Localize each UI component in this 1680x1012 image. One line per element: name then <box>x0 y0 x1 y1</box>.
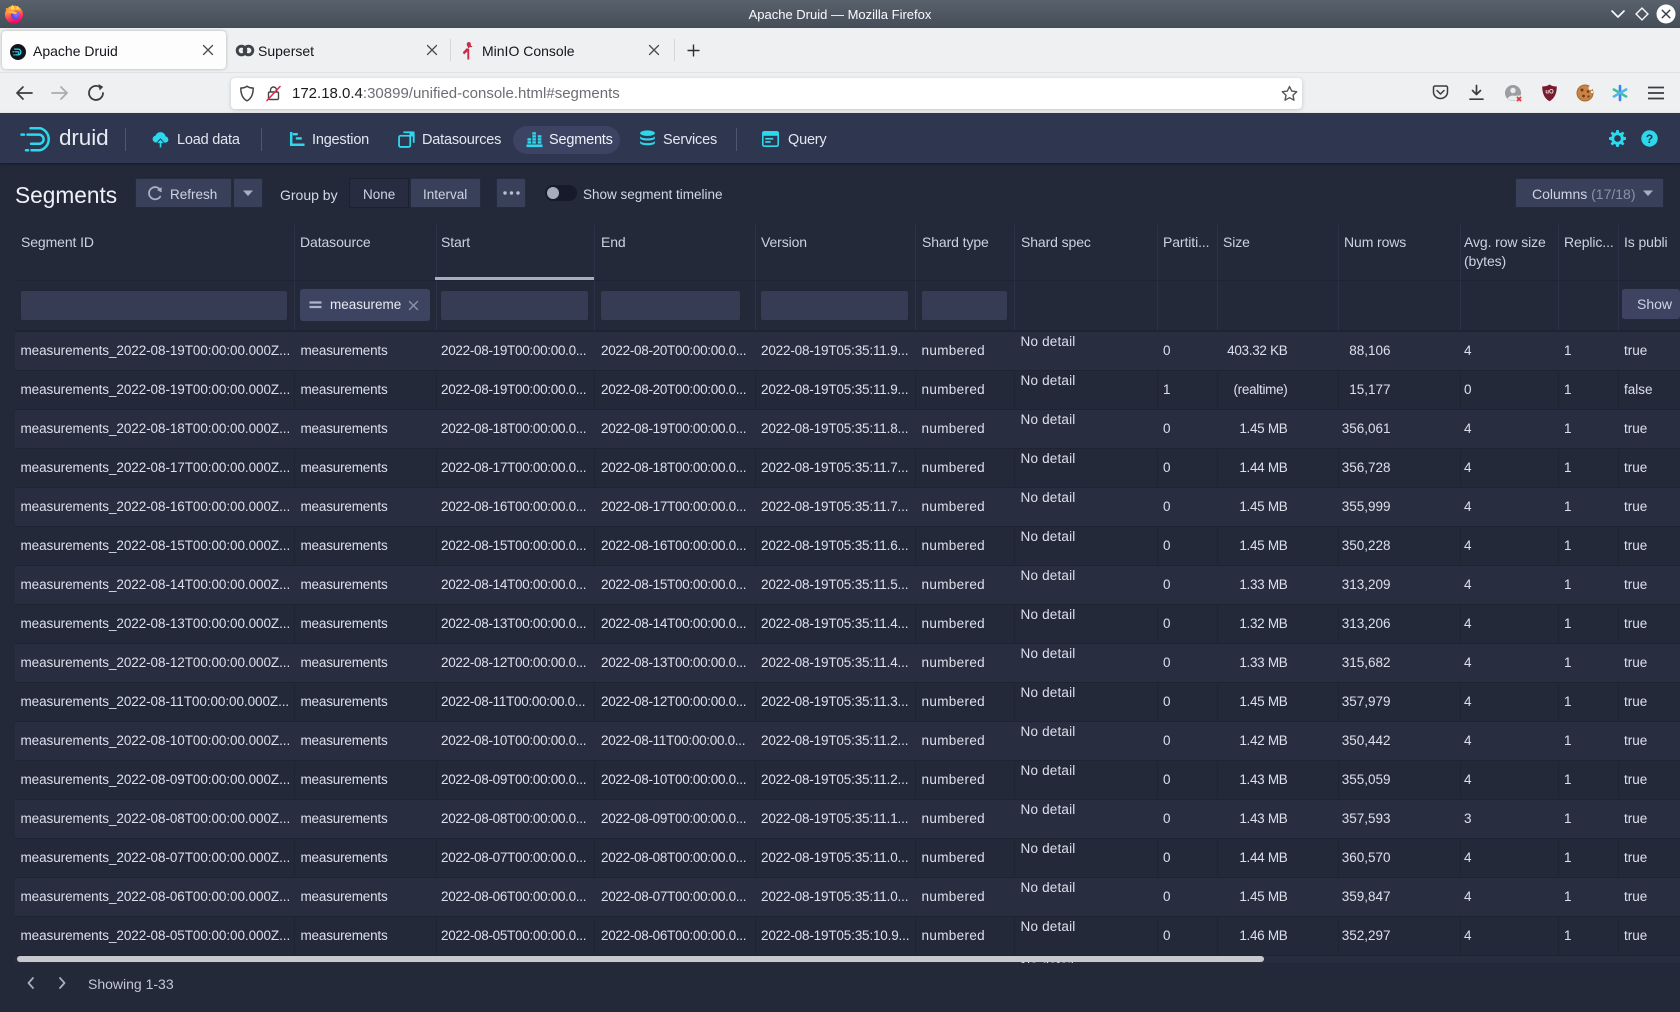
svg-text:?: ? <box>1646 132 1653 146</box>
svg-text:uO: uO <box>1545 90 1554 96</box>
